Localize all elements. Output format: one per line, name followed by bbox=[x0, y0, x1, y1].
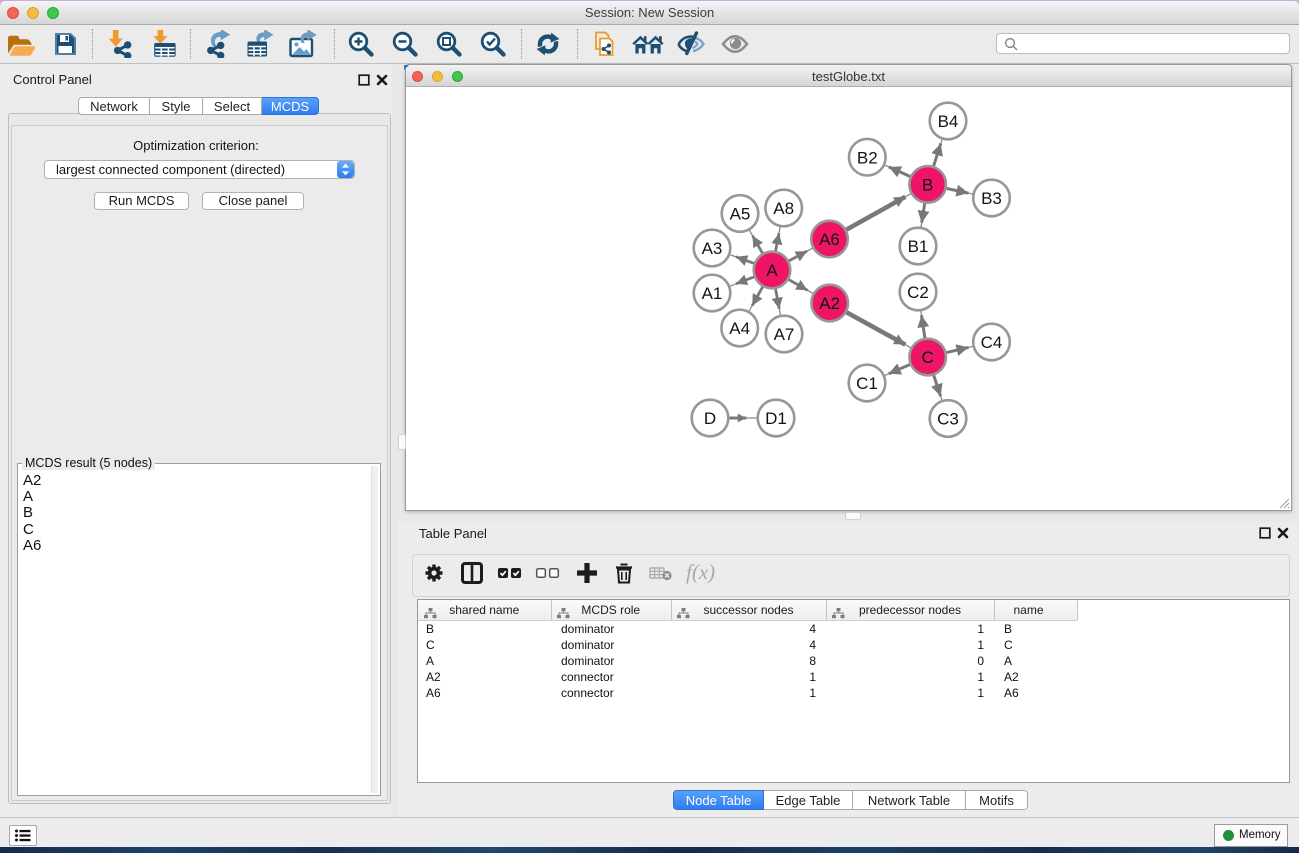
svg-text:C2: C2 bbox=[907, 283, 929, 302]
svg-text:A7: A7 bbox=[774, 325, 795, 344]
svg-text:A4: A4 bbox=[729, 319, 750, 338]
svg-text:B3: B3 bbox=[981, 189, 1002, 208]
svg-text:A: A bbox=[766, 261, 778, 280]
svg-text:C1: C1 bbox=[856, 374, 878, 393]
svg-text:A6: A6 bbox=[819, 230, 840, 249]
svg-text:B1: B1 bbox=[908, 237, 929, 256]
svg-text:A8: A8 bbox=[773, 199, 794, 218]
svg-text:C4: C4 bbox=[981, 333, 1003, 352]
svg-text:D1: D1 bbox=[765, 409, 787, 428]
svg-text:B: B bbox=[922, 176, 933, 195]
svg-text:A3: A3 bbox=[702, 239, 723, 258]
svg-text:B2: B2 bbox=[857, 148, 878, 167]
svg-text:A2: A2 bbox=[819, 294, 840, 313]
svg-text:A1: A1 bbox=[702, 284, 723, 303]
svg-text:C3: C3 bbox=[937, 410, 959, 429]
svg-text:A5: A5 bbox=[730, 205, 751, 224]
svg-text:C: C bbox=[922, 348, 934, 367]
svg-text:B4: B4 bbox=[938, 112, 959, 131]
svg-text:D: D bbox=[704, 409, 716, 428]
